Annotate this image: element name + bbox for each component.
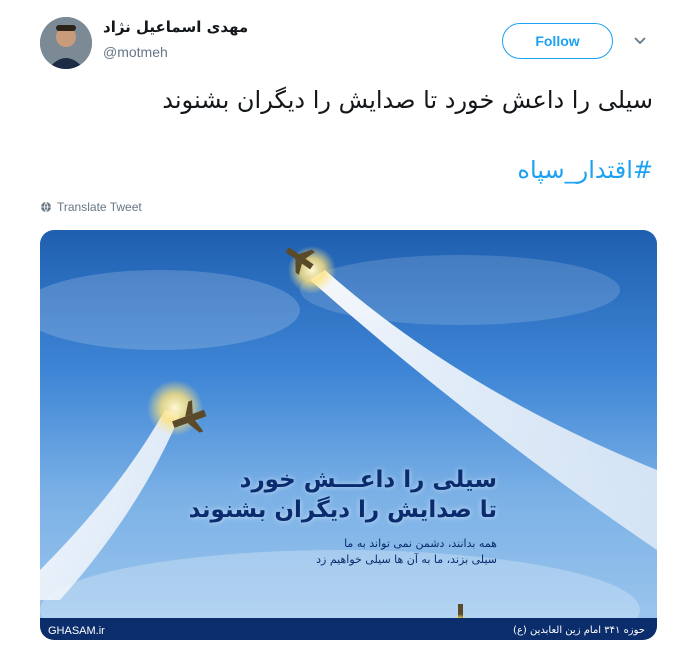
poster-org-label: حوزه ۳۴۱ امام زین العابدین (ع): [513, 625, 645, 636]
poster-site-label: GHASAM.ir: [48, 625, 105, 637]
poster-subtext: همه بدانند، دشمن نمی تواند به ما سیلی بز…: [137, 536, 497, 568]
chevron-down-icon[interactable]: [632, 33, 648, 49]
poster-headline-line1: سیلی را داعـــش خورد: [239, 467, 497, 493]
tweet-image[interactable]: سیلی را داعـــش خورد تا صدایش را دیگران …: [40, 230, 657, 640]
globe-icon: [41, 201, 51, 213]
poster-subtext-line2: سیلی بزند، ما به آن ها سیلی خواهیم زد: [316, 553, 497, 566]
poster-subtext-line1: همه بدانند، دشمن نمی تواند به ما: [344, 537, 497, 550]
user-handle[interactable]: @motmeh: [103, 44, 168, 60]
display-name[interactable]: مهدی اسماعیل نژاد: [103, 18, 248, 36]
translate-label: Translate Tweet: [57, 200, 142, 214]
translate-tweet-link[interactable]: Translate Tweet: [40, 200, 142, 214]
poster-headline: سیلی را داعـــش خورد تا صدایش را دیگران …: [137, 465, 497, 525]
follow-button[interactable]: Follow: [502, 23, 613, 59]
avatar[interactable]: [40, 17, 92, 69]
tweet-text: سیلی را داعش خورد تا صدایش را دیگران بشن…: [162, 86, 653, 114]
poster-headline-line2: تا صدایش را دیگران بشنوند: [188, 497, 497, 523]
avatar-photo: [40, 17, 92, 69]
missile-sky-illustration: [40, 246, 657, 640]
hashtag-link[interactable]: #اقتدار_سپاه: [517, 156, 653, 184]
